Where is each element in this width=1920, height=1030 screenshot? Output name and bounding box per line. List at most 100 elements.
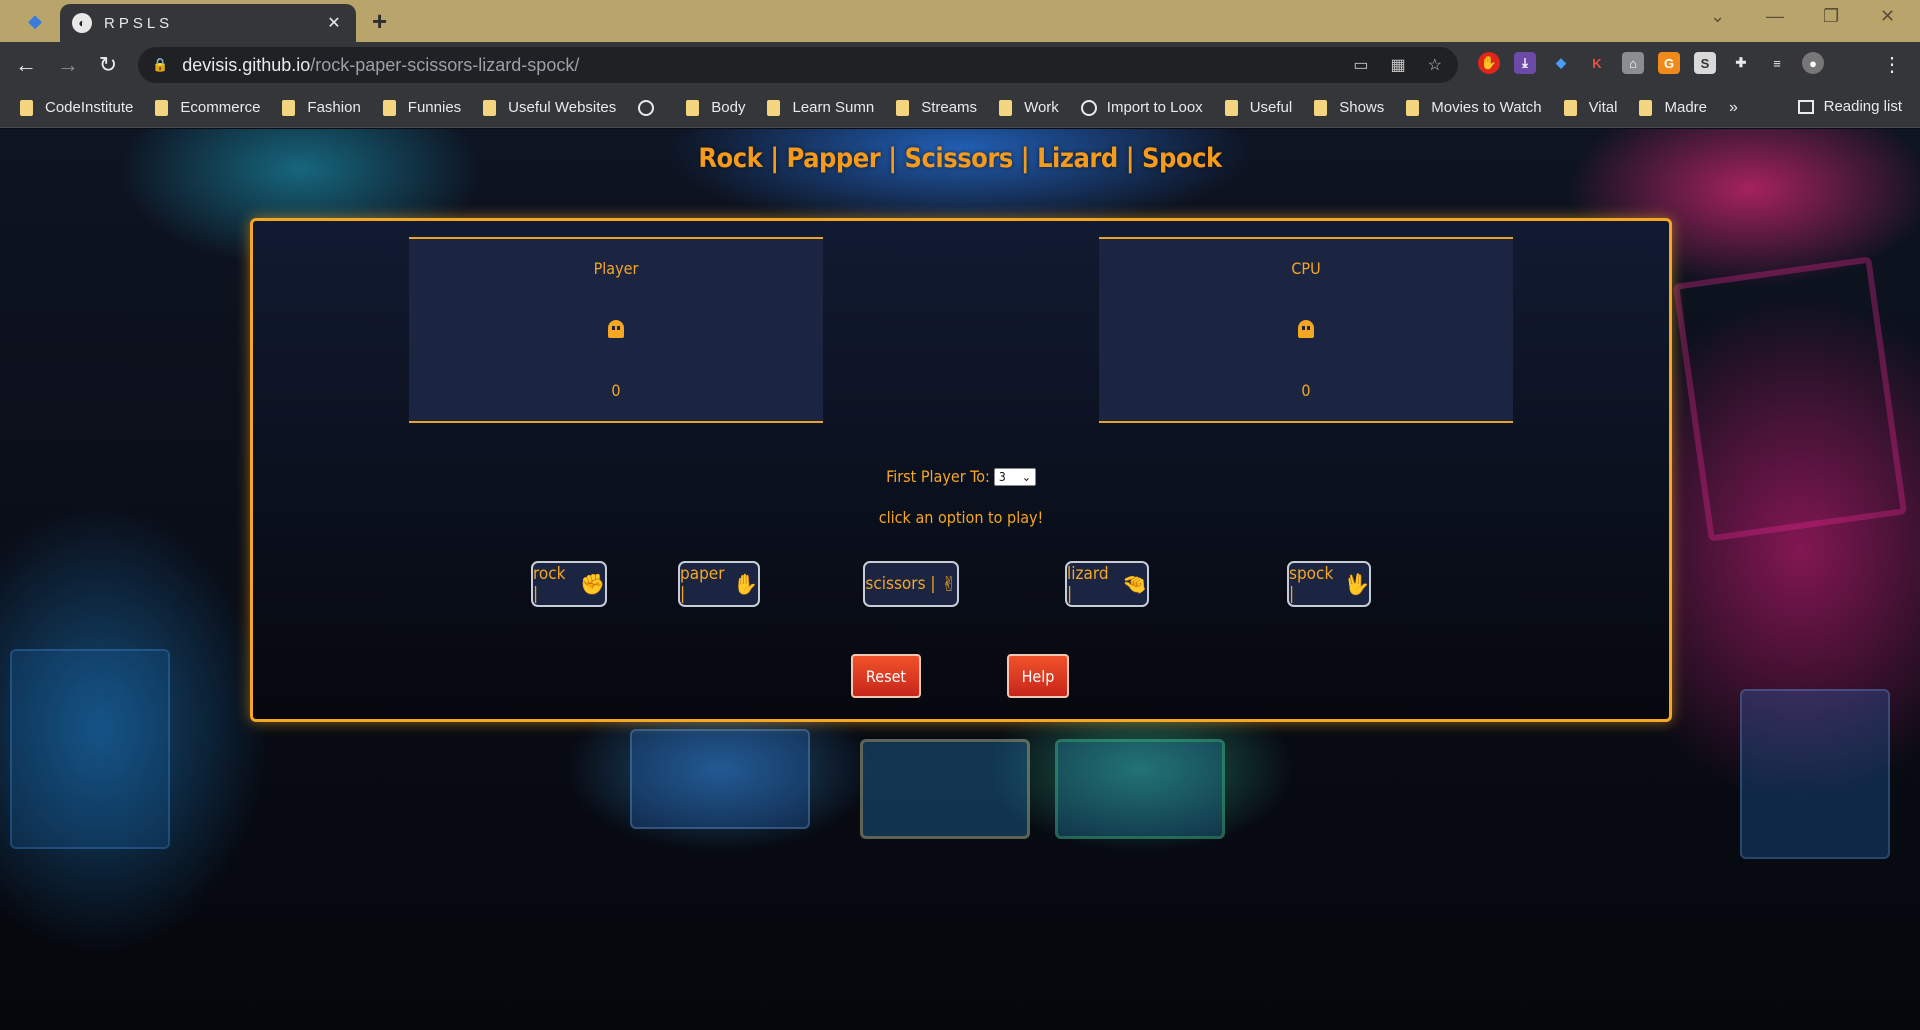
lizard-hand-icon: 🤏 bbox=[1122, 572, 1147, 596]
bookmarks-bar: CodeInstitute Ecommerce Fashion Funnies … bbox=[0, 88, 1920, 128]
bookmark-star-icon[interactable]: ☆ bbox=[1428, 55, 1442, 75]
bookmark-folder[interactable]: Madre bbox=[1639, 99, 1707, 116]
bookmark-folder[interactable]: Vital bbox=[1563, 99, 1617, 116]
diamond-extension-icon[interactable]: ◆ bbox=[1550, 52, 1572, 74]
media-control-icon[interactable]: ≡ bbox=[1766, 52, 1788, 74]
player-label: Player bbox=[593, 259, 639, 278]
bookmark-folder[interactable]: Ecommerce bbox=[155, 99, 260, 116]
ghost-icon bbox=[1298, 320, 1314, 338]
orange-extension-icon[interactable]: G bbox=[1658, 52, 1680, 74]
new-tab-plus-icon[interactable]: + bbox=[372, 6, 387, 37]
scissors-button[interactable]: scissors | ✌ bbox=[863, 561, 959, 607]
folder-icon bbox=[155, 99, 169, 116]
ghost-icon bbox=[608, 320, 624, 338]
folder-icon bbox=[382, 99, 396, 116]
help-button[interactable]: Help bbox=[1007, 654, 1069, 698]
globe-icon bbox=[1080, 99, 1097, 116]
globe-icon bbox=[638, 99, 655, 116]
bookmark-folder[interactable]: Fashion bbox=[282, 99, 361, 116]
restore-icon[interactable]: ❐ bbox=[1823, 6, 1839, 27]
rock-button[interactable]: rock | ✊ bbox=[531, 561, 607, 607]
k-extension-icon[interactable]: K bbox=[1586, 52, 1608, 74]
first-to-label: First Player To: bbox=[886, 467, 990, 486]
reload-icon[interactable]: ↻ bbox=[94, 51, 122, 79]
play-prompt: click an option to play! bbox=[878, 508, 1044, 527]
bookmark-link[interactable]: Import to Loox bbox=[1080, 99, 1203, 116]
folder-icon bbox=[1406, 99, 1420, 116]
folder-icon bbox=[20, 99, 33, 116]
page-title: Rock | Papper | Scissors | Lizard | Spoc… bbox=[698, 143, 1222, 174]
arcade-screen-decoration bbox=[630, 729, 810, 829]
bookmark-folder[interactable]: Shows bbox=[1314, 99, 1384, 116]
cpu-score: 0 bbox=[1301, 381, 1311, 400]
bookmark-link-globe[interactable] bbox=[638, 99, 664, 116]
neon-sign-decoration bbox=[1672, 256, 1908, 542]
tab-close-icon[interactable]: ✕ bbox=[324, 13, 344, 33]
first-to-row: First Player To: 3 ⌄ bbox=[253, 467, 1669, 486]
s-extension-icon[interactable]: S bbox=[1694, 52, 1716, 74]
url-path: /rock-paper-scissors-lizard-spock/ bbox=[310, 54, 580, 75]
arcade-screen-decoration bbox=[860, 739, 1030, 839]
cpu-scorecard: CPU 0 bbox=[1099, 237, 1513, 423]
fist-icon: ✊ bbox=[580, 572, 605, 596]
bookmark-folder[interactable]: Work bbox=[999, 99, 1059, 116]
arcade-screen-decoration bbox=[1055, 739, 1225, 839]
page-background: Rock | Papper | Scissors | Lizard | Spoc… bbox=[0, 129, 1920, 1030]
scissors-hand-icon: ✌ bbox=[941, 572, 957, 596]
folder-icon bbox=[896, 99, 910, 116]
forward-arrow-icon[interactable]: → bbox=[54, 51, 82, 79]
adblock-extension-icon[interactable]: ✋ bbox=[1478, 52, 1500, 74]
bookmark-folder[interactable]: Useful Websites bbox=[483, 99, 616, 116]
pinned-tab-diamond-icon[interactable]: ◆ bbox=[22, 8, 48, 34]
save-extension-icon[interactable]: ⤓ bbox=[1514, 52, 1536, 74]
folder-icon bbox=[1563, 99, 1577, 116]
pacman-favicon-icon: ◐ bbox=[72, 13, 92, 33]
cast-icon[interactable]: ▭ bbox=[1353, 55, 1368, 75]
bookmark-folder[interactable]: Funnies bbox=[382, 99, 461, 116]
tab-search-chevron-icon[interactable]: ⌄ bbox=[1710, 6, 1725, 27]
chevron-down-icon: ⌄ bbox=[1021, 469, 1031, 484]
back-arrow-icon[interactable]: ← bbox=[12, 51, 40, 79]
game-board: Player 0 CPU 0 First Player To: 3 ⌄ clic… bbox=[250, 218, 1672, 722]
bookmark-folder[interactable]: CodeInstitute bbox=[20, 99, 133, 116]
address-bar[interactable]: 🔒 devisis.github.io/rock-paper-scissors-… bbox=[138, 47, 1458, 83]
bookmark-folder[interactable]: Body bbox=[686, 99, 745, 116]
paper-button[interactable]: paper | ✋ bbox=[678, 561, 760, 607]
reading-list-button[interactable]: Reading list bbox=[1797, 98, 1902, 115]
folder-icon bbox=[1314, 99, 1328, 116]
bookmark-folder[interactable]: Streams bbox=[896, 99, 977, 116]
extensions-row: ✋ ⤓ ◆ K ⌂ G S ✚ ≡ ● bbox=[1478, 52, 1824, 74]
player-score: 0 bbox=[611, 381, 621, 400]
tab-title: RPSLS bbox=[104, 14, 174, 32]
window-close-icon[interactable]: ✕ bbox=[1880, 6, 1895, 27]
folder-icon bbox=[483, 99, 497, 116]
lizard-button[interactable]: lizard | 🤏 bbox=[1065, 561, 1149, 607]
folder-icon bbox=[1639, 99, 1653, 116]
arcade-cabinet-decoration bbox=[1740, 689, 1890, 859]
folder-icon bbox=[767, 99, 781, 116]
raised-hand-icon: ✋ bbox=[733, 572, 758, 596]
browser-menu-icon[interactable]: ⋮ bbox=[1882, 52, 1902, 77]
grey-extension-icon[interactable]: ⌂ bbox=[1622, 52, 1644, 74]
vulcan-salute-icon: 🖖 bbox=[1344, 572, 1369, 596]
lock-icon: 🔒 bbox=[152, 57, 169, 72]
bookmark-folder[interactable]: Useful bbox=[1224, 99, 1292, 116]
browser-toolbar: ← → ↻ 🔒 devisis.github.io/rock-paper-sci… bbox=[0, 42, 1920, 88]
reset-button[interactable]: Reset bbox=[851, 654, 921, 698]
folder-icon bbox=[1224, 99, 1238, 116]
puzzle-extensions-icon[interactable]: ✚ bbox=[1730, 52, 1752, 74]
omnibox-actions: ▭ ▦ ☆ bbox=[1353, 55, 1442, 75]
bookmark-folder[interactable]: Movies to Watch bbox=[1406, 99, 1542, 116]
profile-avatar-icon[interactable]: ● bbox=[1802, 52, 1824, 74]
folder-icon bbox=[686, 99, 700, 116]
cpu-label: CPU bbox=[1291, 259, 1321, 278]
qr-code-icon[interactable]: ▦ bbox=[1391, 55, 1406, 75]
tab-rpsls[interactable]: ◐ RPSLS ✕ bbox=[60, 4, 356, 42]
spock-button[interactable]: spock | 🖖 bbox=[1287, 561, 1371, 607]
minimize-icon[interactable]: — bbox=[1766, 6, 1784, 27]
first-to-select[interactable]: 3 ⌄ bbox=[993, 467, 1036, 486]
arcade-cabinet-decoration bbox=[10, 649, 170, 849]
reading-list-icon bbox=[1797, 99, 1814, 114]
bookmarks-overflow-chevron[interactable]: » bbox=[1729, 99, 1738, 117]
bookmark-folder[interactable]: Learn Sumn bbox=[767, 99, 874, 116]
